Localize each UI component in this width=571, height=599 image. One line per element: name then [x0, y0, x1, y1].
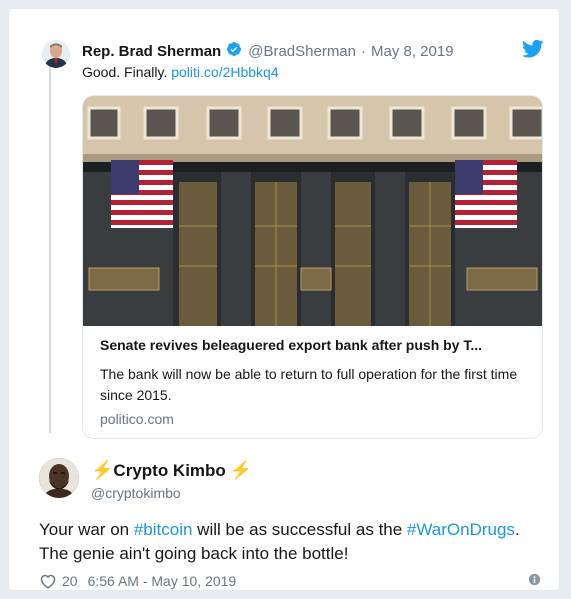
tweet2-text: Your war on #bitcoin will be as successf…	[39, 518, 549, 566]
hashtag-waronddrugs[interactable]: #WarOnDrugs	[407, 520, 515, 539]
tweet1-header: Rep. Brad Sherman @BradSherman · May 8, …	[82, 41, 454, 61]
thread-line	[49, 61, 51, 433]
tweet-timestamp[interactable]: 6:56 AM - May 10, 2019	[88, 573, 237, 589]
hashtag-bitcoin[interactable]: #bitcoin	[134, 520, 193, 539]
author-handle[interactable]: @cryptokimbo	[91, 485, 181, 501]
tweet1-text: Good. Finally. politi.co/2Hbbkq4	[82, 64, 279, 80]
author-handle[interactable]: @BradSherman	[248, 43, 356, 60]
lightning-bolt-suffix: ⚡	[229, 460, 253, 480]
tweet-text-part: Your war on	[39, 520, 134, 539]
heart-icon[interactable]	[39, 573, 57, 589]
tweet1-text-content: Good. Finally.	[82, 64, 168, 80]
lightning-bolt-prefix: ⚡	[91, 460, 114, 480]
brad-sherman-avatar[interactable]	[42, 40, 70, 68]
tweet-date[interactable]: May 8, 2019	[371, 43, 454, 60]
link-card-description: The bank will now be able to return to f…	[100, 366, 518, 403]
link-card-domain: politico.com	[100, 411, 174, 427]
like-count[interactable]: 20	[62, 573, 78, 589]
info-icon[interactable]	[528, 573, 541, 586]
twitter-bird-icon[interactable]	[522, 39, 544, 59]
embedded-tweet-card: Rep. Brad Sherman @BradSherman · May 8, …	[8, 8, 560, 591]
verified-badge-icon	[221, 41, 242, 61]
tweet2-author[interactable]: ⚡ Crypto Kimbo ⚡	[91, 460, 252, 481]
tweet-footer: 20 6:56 AM - May 10, 2019	[39, 572, 236, 590]
author-name[interactable]: Crypto Kimbo	[113, 461, 225, 481]
link-card-title[interactable]: Senate revives beleaguered export bank a…	[100, 337, 530, 353]
tweet-text-part: will be as successful as the	[192, 520, 407, 539]
author-name[interactable]: Rep. Brad Sherman	[82, 43, 221, 60]
separator-dot: ·	[361, 42, 366, 60]
link-preview-card[interactable]: Senate revives beleaguered export bank a…	[82, 95, 543, 439]
tweet1-link[interactable]: politi.co/2Hbbkq4	[171, 64, 278, 80]
link-preview-image	[83, 96, 542, 326]
crypto-kimbo-avatar[interactable]	[39, 458, 79, 498]
